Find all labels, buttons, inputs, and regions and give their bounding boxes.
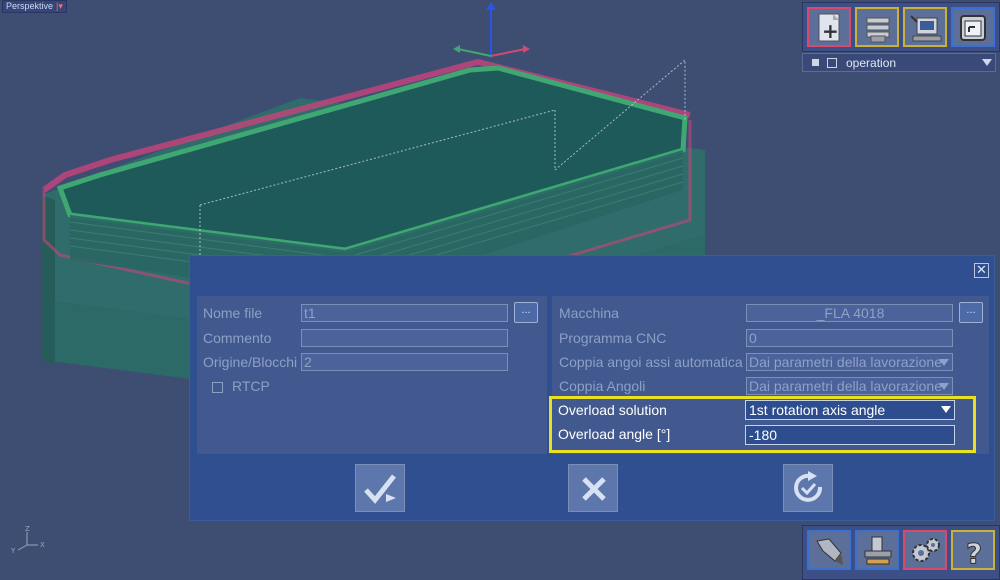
angle-pair-value: Dai parametri della lavorazione	[749, 378, 942, 394]
angle-pair-select[interactable]: Dai parametri della lavorazione	[746, 377, 953, 395]
overload-solution-label: Overload solution	[558, 402, 667, 418]
filename-field[interactable]: t1	[301, 304, 508, 322]
comment-field[interactable]	[301, 329, 508, 347]
machine-head-button[interactable]	[855, 530, 899, 570]
comment-label: Commento	[203, 330, 272, 346]
overload-solution-select[interactable]: 1st rotation axis angle	[745, 400, 955, 420]
axis-pair-label: Coppia angoi assi automatica	[559, 354, 743, 370]
overload-solution-value: 1st rotation axis angle	[749, 402, 886, 418]
help-icon: ?	[966, 537, 983, 568]
program-field[interactable]: 0	[746, 329, 953, 347]
close-button[interactable]: ✕	[974, 263, 989, 278]
chevron-down-icon	[939, 359, 949, 366]
svg-text:?: ?	[966, 537, 982, 567]
origin-label: Origine/Blocchi	[203, 354, 298, 370]
machine-terminal-button[interactable]	[903, 7, 947, 47]
program-label: Programma CNC	[559, 330, 667, 346]
axis-pair-value: Dai parametri della lavorazione	[749, 354, 942, 370]
filename-browse-button[interactable]: ...	[514, 302, 538, 323]
cancel-button[interactable]	[568, 464, 618, 512]
machine-field[interactable]: _FLA 4018	[746, 304, 953, 322]
view-mode-text: Perspektive	[6, 1, 54, 11]
machine-terminal-icon	[910, 15, 942, 42]
svg-text:+: +	[822, 19, 839, 43]
filled-square-icon	[812, 59, 819, 66]
help-button[interactable]: ?	[951, 530, 995, 570]
overload-highlight: Overload solution 1st rotation axis angl…	[549, 396, 976, 453]
top-toolbar: +	[802, 2, 1000, 52]
layers-button[interactable]	[855, 7, 899, 47]
layers-icon	[866, 17, 890, 43]
bottom-toolbar: ?	[802, 525, 1000, 580]
checkbox-icon[interactable]	[827, 58, 837, 68]
chevron-down-icon	[982, 59, 992, 66]
rtcp-label: RTCP	[232, 378, 270, 394]
svg-text:Y: Y	[10, 547, 16, 555]
view-window-button[interactable]	[951, 7, 995, 47]
new-file-button[interactable]: +	[807, 7, 851, 47]
origin-field[interactable]: 2	[301, 353, 508, 371]
overload-angle-label: Overload angle [°]	[558, 426, 671, 442]
machine-head-icon	[864, 536, 892, 565]
chevron-down-icon	[941, 406, 951, 413]
refresh-icon	[794, 471, 823, 502]
gears-icon	[912, 538, 940, 562]
tool-button[interactable]	[807, 530, 851, 570]
svg-text:Z: Z	[25, 525, 30, 533]
refresh-button[interactable]	[783, 464, 833, 512]
confirm-icon	[364, 474, 396, 504]
operation-select-value: operation	[846, 56, 897, 70]
chevron-down-icon	[939, 383, 949, 390]
rtcp-checkbox[interactable]	[212, 382, 223, 393]
view-mode-label[interactable]: Perspektive |▾	[2, 0, 67, 13]
svg-text:X: X	[40, 541, 45, 549]
angle-pair-label: Coppia Angoli	[559, 378, 646, 394]
filename-label: Nome file	[203, 305, 263, 321]
settings-button[interactable]	[903, 530, 947, 570]
cancel-icon	[582, 477, 606, 501]
operation-select[interactable]: operation	[802, 53, 996, 72]
view-mode-dropdown-icon[interactable]: |▾	[56, 1, 63, 11]
axis-pair-select[interactable]: Dai parametri della lavorazione	[746, 353, 953, 371]
overload-angle-field[interactable]: -180	[745, 425, 955, 445]
confirm-button[interactable]	[355, 464, 405, 512]
machine-browse-button[interactable]: ...	[959, 302, 983, 323]
properties-dialog: ✕ Nome file t1 ... Commento Origine/Bloc…	[189, 255, 995, 521]
left-panel: Nome file t1 ... Commento Origine/Blocch…	[197, 296, 547, 454]
close-icon: ✕	[976, 262, 987, 277]
view-window-icon	[960, 15, 986, 41]
tool-icon	[816, 538, 843, 565]
new-file-icon: +	[818, 13, 840, 43]
machine-label: Macchina	[559, 305, 619, 321]
